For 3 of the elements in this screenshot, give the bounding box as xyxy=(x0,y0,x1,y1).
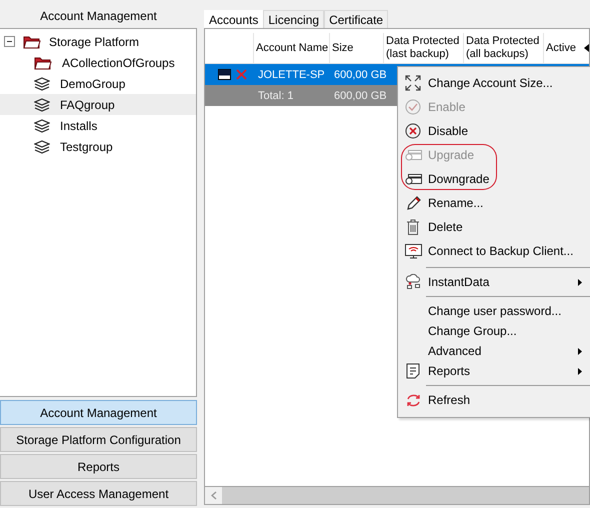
table-cell-text: JOLETTE-SP xyxy=(257,68,326,80)
table-cell-text: Total: 1 xyxy=(257,90,294,102)
panel-title: Account Management xyxy=(39,8,158,25)
